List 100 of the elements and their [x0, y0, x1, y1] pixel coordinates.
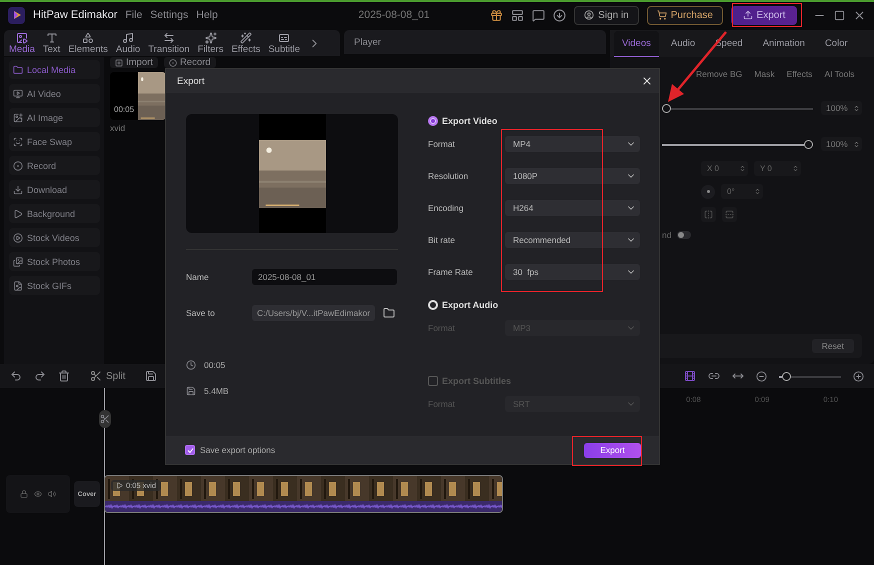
delete-icon[interactable] — [58, 370, 70, 382]
property-tab[interactable]: Audio — [662, 31, 704, 56]
record-button[interactable]: Record — [164, 57, 216, 68]
project-title: 2025-08-08_01 — [357, 9, 430, 21]
rotate-dial-icon[interactable] — [701, 184, 715, 198]
link-icon[interactable] — [708, 370, 720, 382]
sidebar-item[interactable]: Stock Photos — [9, 252, 100, 271]
stepper-icon — [853, 104, 860, 112]
dropdown[interactable]: MP4 — [505, 136, 640, 152]
zoom-slider[interactable] — [779, 372, 841, 380]
sidebar-item[interactable]: AI Image — [9, 108, 100, 127]
close-icon[interactable] — [853, 8, 866, 22]
tool-tab[interactable]: Filters — [198, 32, 224, 54]
number-field[interactable]: 100% — [821, 137, 862, 151]
reset-button[interactable]: Reset — [812, 339, 854, 353]
sidebar-item[interactable]: Stock GIFs — [9, 276, 100, 295]
slider[interactable] — [662, 104, 813, 112]
menu-item[interactable]: Help — [196, 9, 218, 21]
field-label: Encoding — [428, 203, 464, 213]
tool-tab[interactable]: Transition — [148, 32, 190, 54]
name-field[interactable]: 2025-08-08_01 — [252, 269, 397, 285]
flip-vertical-icon[interactable] — [722, 207, 737, 222]
dropdown[interactable]: 30 fps — [505, 264, 640, 280]
account-button[interactable]: Sign in — [574, 6, 639, 24]
sub-tab[interactable]: Remove BG — [696, 69, 742, 79]
tool-tab[interactable]: Elements — [68, 32, 108, 54]
stepper-icon — [853, 140, 860, 148]
sidebar-item[interactable]: Record — [9, 156, 100, 175]
dropdown[interactable]: 1080P — [505, 168, 640, 184]
check-icon — [186, 446, 194, 454]
dropdown[interactable]: Recommended — [505, 232, 640, 248]
download-icon[interactable] — [553, 8, 566, 22]
zoom-in-icon[interactable] — [853, 370, 864, 382]
captions-icon — [278, 32, 290, 44]
sidebar-item[interactable]: Stock Videos — [9, 228, 100, 247]
sidebar-item[interactable]: Background — [9, 204, 100, 223]
radio-button[interactable] — [428, 116, 438, 126]
sub-tab[interactable]: AI Tools — [824, 69, 855, 79]
sidebar-item[interactable]: Face Swap — [9, 132, 100, 151]
image-file-icon — [13, 280, 23, 290]
zoom-out-icon[interactable] — [756, 370, 767, 382]
number-field[interactable]: X 0 — [701, 161, 748, 176]
dialog-title: Export — [177, 76, 204, 86]
path-field[interactable]: C:/Users/bj/V...itPawEdimakor — [252, 305, 375, 321]
split-button[interactable]: Split — [82, 370, 134, 382]
export-button[interactable]: Export — [731, 6, 797, 24]
face-icon — [13, 136, 23, 146]
menu-item[interactable]: Settings — [150, 9, 188, 21]
number-field[interactable]: Y 0 — [754, 161, 801, 176]
checkbox[interactable] — [185, 445, 195, 455]
folder-icon — [13, 64, 23, 74]
media-thumbnail[interactable]: 00:05 — [110, 72, 166, 120]
number-field[interactable]: 100% — [821, 101, 862, 115]
highlight-frame — [732, 3, 802, 27]
sparkle-icon — [204, 32, 217, 44]
chat-icon[interactable] — [532, 8, 546, 22]
close-button[interactable] — [641, 75, 653, 87]
upload-icon — [742, 10, 753, 20]
maximize-icon[interactable] — [834, 10, 845, 20]
app-logo — [8, 6, 25, 24]
folder-icon[interactable] — [383, 307, 395, 319]
slider[interactable] — [662, 140, 813, 148]
tool-tab[interactable]: Audio — [116, 32, 140, 54]
checkbox[interactable] — [428, 376, 438, 386]
redo-icon[interactable] — [34, 370, 46, 382]
scissors-icon[interactable] — [99, 410, 111, 428]
property-tab[interactable]: Color — [816, 31, 856, 56]
tool-tab[interactable]: Media — [9, 32, 35, 54]
images-icon — [13, 256, 23, 266]
field-label: Save to — [186, 308, 216, 318]
property-tab[interactable]: Videos — [614, 30, 659, 56]
gift-icon[interactable] — [490, 8, 504, 22]
text-icon — [46, 32, 58, 44]
field-label: Resolution — [428, 171, 470, 181]
record-icon — [168, 58, 177, 66]
export-button[interactable]: Export — [584, 442, 641, 458]
menu-item[interactable]: File — [125, 9, 142, 21]
dropdown[interactable]: H264 — [505, 200, 640, 216]
property-tab[interactable]: Animation — [754, 31, 813, 56]
layout-icon[interactable] — [511, 8, 524, 22]
tool-tab[interactable]: Subtitle — [268, 32, 300, 54]
checkbox-label: Save export options — [200, 445, 276, 455]
sidebar-item[interactable]: Download — [9, 180, 100, 199]
tool-tab[interactable]: Text — [42, 32, 60, 54]
toggle-switch[interactable] — [677, 231, 692, 239]
tool-tab[interactable]: Effects — [231, 32, 260, 54]
flip-horizontal-icon[interactable] — [701, 207, 716, 222]
sidebar-item[interactable]: AI Video — [9, 84, 100, 103]
sub-tab[interactable]: Mask — [754, 69, 775, 79]
undo-icon[interactable] — [10, 370, 22, 382]
number-field[interactable]: 0° — [721, 184, 763, 199]
stepper-icon — [754, 188, 761, 195]
download-icon — [13, 184, 23, 194]
sub-tab[interactable]: Effects — [786, 69, 812, 79]
import-button[interactable]: Import — [110, 57, 158, 68]
shapes-icon — [82, 32, 94, 44]
sidebar-item[interactable]: Local Media — [9, 60, 100, 79]
film-icon[interactable] — [684, 370, 696, 382]
play-icon — [13, 208, 23, 218]
purchase-button[interactable]: Purchase — [646, 6, 723, 24]
